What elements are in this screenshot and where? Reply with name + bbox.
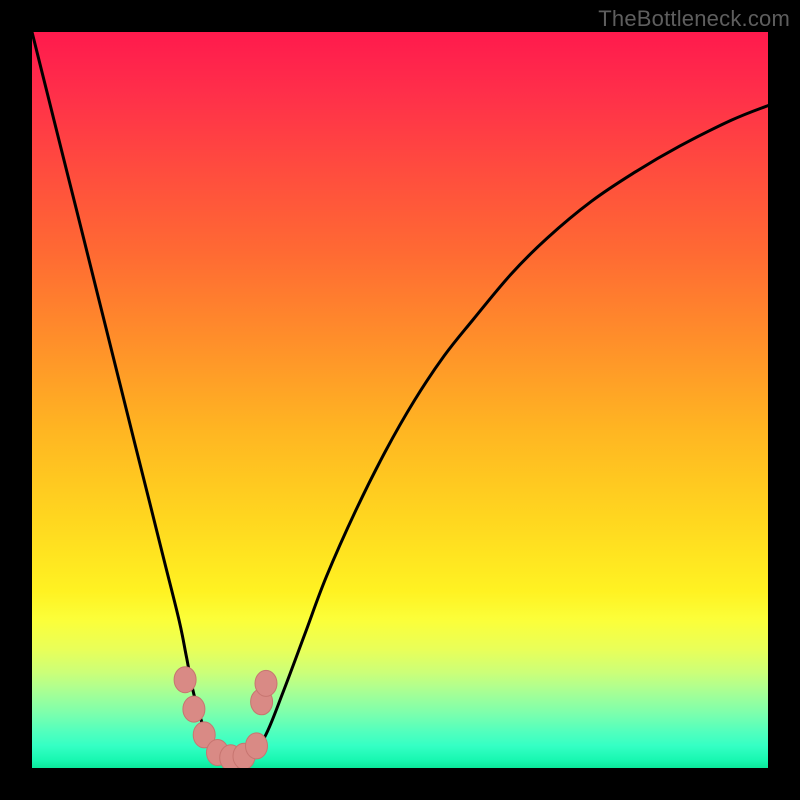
marker-dot [174, 667, 196, 693]
bottleneck-curve [32, 32, 768, 762]
chart-svg [32, 32, 768, 768]
marker-dot [246, 733, 268, 759]
plot-area [32, 32, 768, 768]
outer-frame: TheBottleneck.com [0, 0, 800, 800]
marker-dot [183, 696, 205, 722]
curve-markers [174, 667, 277, 768]
watermark-text: TheBottleneck.com [598, 6, 790, 32]
marker-dot [255, 670, 277, 696]
